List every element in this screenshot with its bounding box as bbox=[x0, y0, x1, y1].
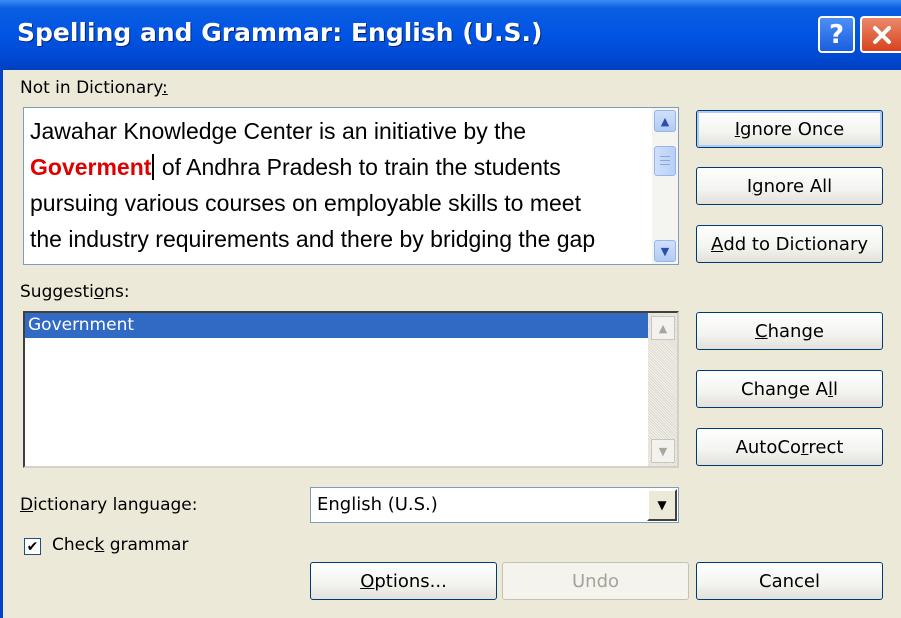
window-title: Spelling and Grammar: English (U.S.) bbox=[17, 18, 543, 47]
misspelled-word: Goverment bbox=[30, 154, 152, 180]
chevron-up-icon: ▲ bbox=[660, 114, 670, 128]
close-x-icon bbox=[872, 25, 891, 44]
chevron-down-icon: ▼ bbox=[657, 498, 667, 512]
not-in-dictionary-label: Not in Dictionary: bbox=[20, 78, 168, 98]
cancel-button[interactable]: Cancel bbox=[696, 562, 883, 600]
options-button[interactable]: Options... bbox=[310, 562, 497, 600]
scroll-down-button[interactable]: ▼ bbox=[654, 240, 676, 262]
chevron-down-icon: ▼ bbox=[660, 244, 670, 258]
suggestion-item[interactable]: Government bbox=[25, 313, 648, 338]
ignore-once-button[interactable]: Ignore Once bbox=[696, 110, 883, 148]
suggestions-label: Suggestions: bbox=[20, 282, 130, 302]
dropdown-button[interactable]: ▼ bbox=[647, 489, 677, 521]
suggestions-list[interactable]: Government ▲ ▼ bbox=[23, 311, 679, 468]
list-scroll-up-button[interactable]: ▲ bbox=[651, 316, 675, 340]
undo-button[interactable]: Undo bbox=[502, 562, 689, 600]
title-bar[interactable]: Spelling and Grammar: English (U.S.) ? bbox=[0, 0, 901, 70]
dictionary-language-select[interactable]: English (U.S.) ▼ bbox=[310, 487, 679, 523]
scroll-up-button[interactable]: ▲ bbox=[654, 110, 676, 132]
sentence-line: pursuing various courses on employable s… bbox=[30, 190, 581, 216]
sentence-line: Goverment of Andhra Pradesh to train the… bbox=[30, 154, 561, 180]
check-grammar-label[interactable]: Check grammar bbox=[52, 535, 188, 555]
suggestions-scrollbar[interactable]: ▲ ▼ bbox=[648, 313, 677, 466]
window-border bbox=[0, 70, 3, 618]
help-icon: ? bbox=[828, 19, 845, 50]
list-scroll-down-button[interactable]: ▼ bbox=[651, 439, 675, 463]
help-button[interactable]: ? bbox=[818, 16, 855, 53]
checkmark-icon: ✔ bbox=[26, 538, 39, 555]
chevron-up-icon: ▲ bbox=[658, 321, 668, 335]
chevron-down-icon: ▼ bbox=[658, 444, 668, 458]
sentence-line: Jawahar Knowledge Center is an initiativ… bbox=[30, 118, 527, 144]
scroll-thumb[interactable] bbox=[654, 146, 676, 176]
textbox-scrollbar[interactable]: ▲ ▼ bbox=[652, 108, 678, 264]
change-button[interactable]: Change bbox=[696, 312, 883, 350]
autocorrect-button[interactable]: AutoCo r rect bbox=[696, 428, 883, 466]
close-button[interactable] bbox=[860, 16, 901, 53]
not-in-dictionary-textbox[interactable]: Jawahar Knowledge Center is an initiativ… bbox=[23, 107, 679, 265]
sentence-line: the industry requirements and there by b… bbox=[30, 226, 596, 252]
dictionary-language-label: Dictionary language: bbox=[20, 495, 198, 515]
check-grammar-checkbox[interactable]: ✔ bbox=[24, 538, 41, 555]
dictionary-language-value: English (U.S.) bbox=[317, 494, 438, 515]
sentence-text[interactable]: Jawahar Knowledge Center is an initiativ… bbox=[30, 113, 648, 257]
add-to-dictionary-button[interactable]: Add to Dictionary bbox=[696, 225, 883, 263]
ignore-all-button[interactable]: Ig nore All bbox=[696, 167, 883, 205]
change-all-button[interactable]: Change All bbox=[696, 370, 883, 408]
